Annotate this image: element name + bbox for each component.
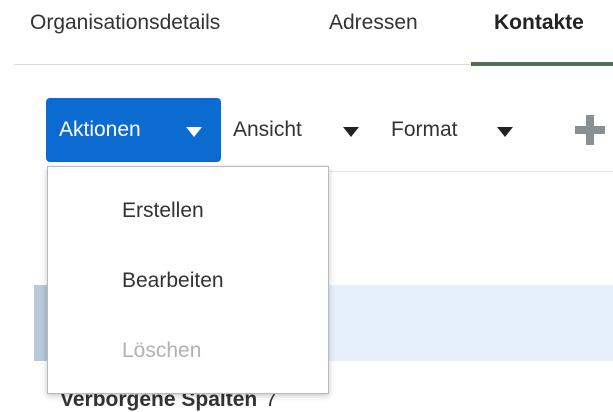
view-menu-label: Ansicht	[233, 118, 302, 141]
menu-item-loeschen: Löschen	[48, 325, 328, 377]
chevron-down-icon	[343, 127, 359, 137]
plus-icon-vertical	[586, 115, 594, 145]
row-selection-marker	[34, 285, 48, 361]
tab-kontakte[interactable]: Kontakte	[494, 8, 584, 38]
tab-adressen[interactable]: Adressen	[329, 8, 418, 38]
view-menu-button[interactable]: Ansicht	[233, 116, 359, 144]
format-menu-button[interactable]: Format	[391, 116, 513, 144]
tab-bar: Organisationsdetails Adressen Kontakte	[0, 0, 613, 66]
active-tab-indicator	[471, 62, 613, 66]
menu-item-label: Bearbeiten	[122, 269, 224, 292]
actions-menu-label: Aktionen	[59, 118, 141, 141]
plus-icon[interactable]	[575, 115, 605, 145]
menu-item-erstellen[interactable]: Erstellen	[48, 185, 328, 237]
menu-item-bearbeiten[interactable]: Bearbeiten	[48, 255, 328, 307]
menu-item-label: Löschen	[122, 339, 202, 362]
menu-item-label: Erstellen	[122, 199, 204, 222]
tab-organisationsdetails[interactable]: Organisationsdetails	[30, 8, 220, 38]
actions-menu-button[interactable]: Aktionen	[46, 98, 221, 162]
chevron-down-icon	[497, 127, 513, 137]
table-toolbar: Aktionen Ansicht Format	[0, 96, 613, 164]
format-menu-label: Format	[391, 118, 458, 141]
actions-dropdown-menu: Erstellen Bearbeiten Löschen	[47, 166, 329, 394]
chevron-down-icon	[186, 127, 202, 137]
